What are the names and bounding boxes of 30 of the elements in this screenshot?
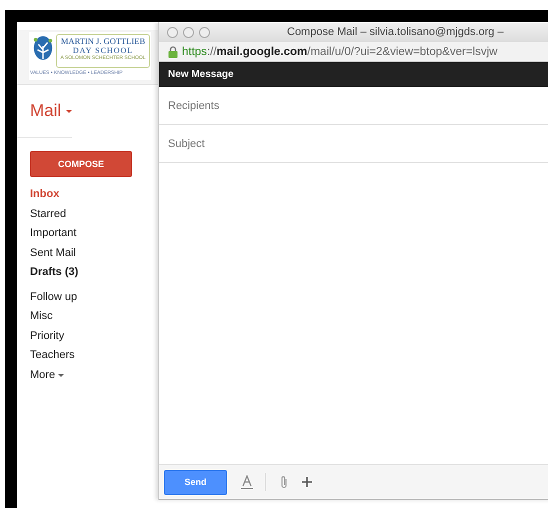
window-button[interactable]: [199, 26, 210, 38]
sidebar-item[interactable]: Misc: [30, 307, 53, 326]
caret-icon: [66, 110, 72, 112]
school-name: DAY SCHOOL: [72, 46, 134, 55]
sidebar-item[interactable]: Inbox: [30, 185, 60, 204]
sidebar-item[interactable]: Important: [30, 224, 76, 244]
mail-menu[interactable]: Mail: [17, 85, 72, 138]
tree-icon: [32, 35, 54, 61]
window-title: Compose Mail – silvia.tolisano@mjgds.org –: [287, 26, 504, 38]
subject-field[interactable]: Subject: [159, 125, 548, 163]
compose-button[interactable]: COMPOSE: [30, 151, 132, 177]
caret-icon: [58, 374, 64, 377]
sidebar-item[interactable]: Starred: [30, 204, 66, 224]
plus-icon[interactable]: [302, 477, 312, 487]
formatting-icon[interactable]: [241, 475, 253, 489]
more-menu[interactable]: More: [30, 366, 64, 385]
sidebar-item[interactable]: Teachers: [30, 346, 75, 366]
address-bar[interactable]: https://mail.google.com/mail/u/0/?ui=2&view=btop&ver=lsvjw: [159, 42, 548, 62]
recipients-field[interactable]: Recipients: [159, 87, 548, 125]
sidebar-item[interactable]: Follow up: [30, 288, 78, 307]
school-name: MARTIN J. GOTTLIEB: [60, 36, 146, 46]
paperclip-icon[interactable]: [280, 475, 288, 489]
url-text: https://mail.google.com/mail/u/0/?ui=2&view=btop&ver=lsvjw: [182, 46, 498, 58]
sidebar-item[interactable]: Priority: [30, 326, 64, 346]
sidebar-item[interactable]: Sent Mail: [30, 244, 76, 263]
message-header: New Message: [159, 62, 548, 87]
sidebar-item[interactable]: Drafts (3): [30, 263, 78, 282]
lock-icon: [168, 46, 178, 58]
window-button[interactable]: [183, 26, 194, 38]
window-button[interactable]: [167, 26, 178, 38]
